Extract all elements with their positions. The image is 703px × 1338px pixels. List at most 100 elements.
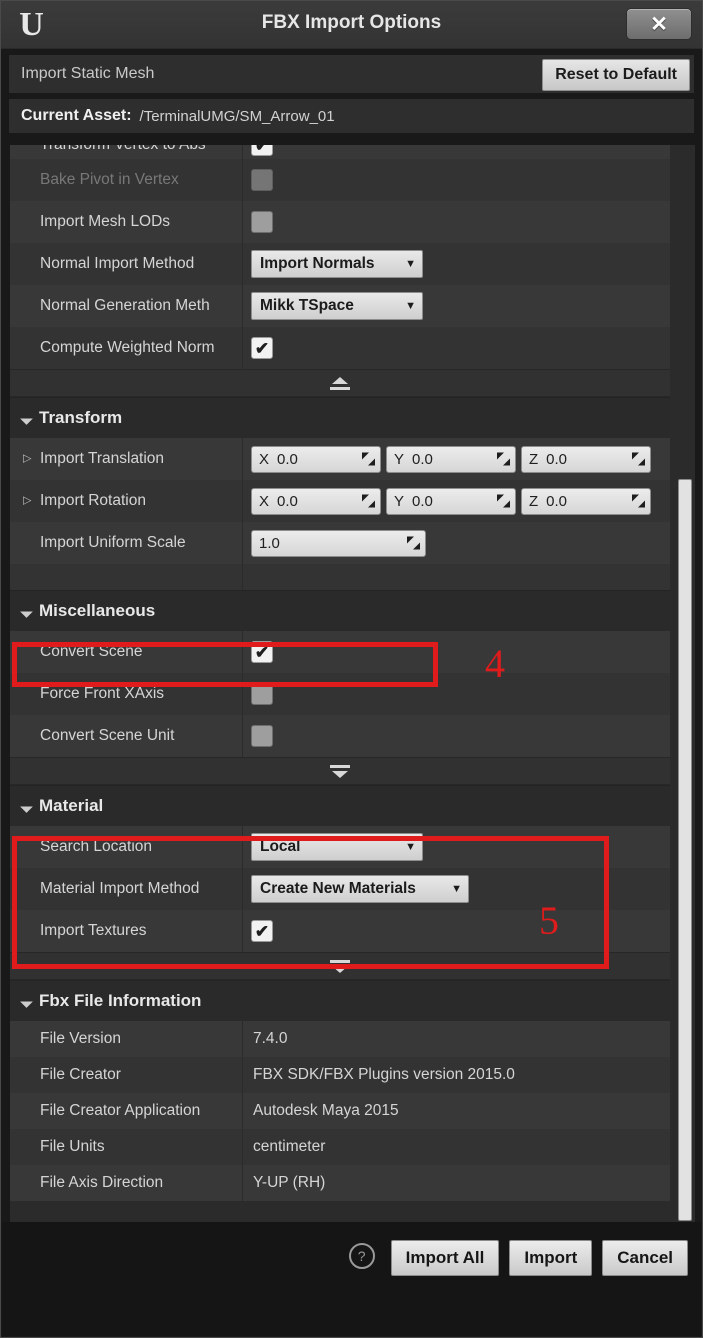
transform-vertex-to-abs-checkbox[interactable]: ✔ — [251, 145, 273, 156]
uniform-scale-field[interactable]: 1.0 — [251, 529, 426, 557]
row-convert-scene-unit[interactable]: Convert Scene Unit — [10, 715, 670, 757]
drag-handle-icon[interactable] — [497, 494, 510, 508]
axis-label: Z — [529, 492, 539, 510]
convert-scene-unit-checkbox[interactable] — [251, 725, 273, 747]
chevron-down-icon: ▼ — [405, 258, 416, 270]
current-asset-label: Current Asset: — [21, 107, 132, 124]
import-textures-checkbox[interactable]: ✔ — [251, 920, 273, 942]
row-import-textures[interactable]: Import Textures ✔ — [10, 910, 670, 952]
row-label: Compute Weighted Norm — [40, 339, 215, 356]
row-import-mesh-lods[interactable]: Import Mesh LODs — [10, 201, 670, 243]
section-collapse-splitter-top[interactable] — [10, 369, 670, 397]
reset-to-default-button[interactable]: Reset to Default — [542, 59, 690, 91]
info-row-file-units: File Units centimeter — [10, 1129, 670, 1165]
row-value: Autodesk Maya 2015 — [242, 1093, 670, 1129]
translation-z-field[interactable]: Z 0.0 — [521, 445, 651, 473]
translation-y-field[interactable]: Y 0.0 — [386, 445, 516, 473]
annotation-number-5: 5 — [539, 898, 559, 943]
row-label: Import Uniform Scale — [40, 534, 186, 551]
search-location-dropdown[interactable]: Local ▼ — [251, 833, 423, 861]
row-import-rotation[interactable]: ▷ Import Rotation X 0.0 Y 0.0 Z 0.0 — [10, 480, 670, 522]
close-icon: ✕ — [650, 12, 668, 36]
details-scrollbar-track[interactable] — [677, 145, 693, 1223]
category-header-fbx-file-information[interactable]: Fbx File Information — [10, 980, 670, 1021]
row-import-uniform-scale[interactable]: Import Uniform Scale 1.0 — [10, 522, 670, 564]
row-label: Import Mesh LODs — [40, 213, 171, 230]
row-force-front-xaxis[interactable]: Force Front XAxis — [10, 673, 670, 715]
axis-label: Y — [394, 492, 405, 510]
row-value: ✔ — [242, 145, 670, 159]
close-button[interactable]: ✕ — [626, 8, 692, 40]
expand-arrow-icon[interactable]: ▷ — [23, 453, 31, 465]
normal-import-method-dropdown[interactable]: Import Normals ▼ — [251, 250, 423, 278]
expand-arrow-icon[interactable]: ▷ — [23, 495, 31, 507]
expander-triangle-icon — [20, 799, 33, 813]
row-compute-weighted-normals[interactable]: Compute Weighted Norm ✔ — [10, 327, 670, 369]
row-bake-pivot-in-vertex[interactable]: Bake Pivot in Vertex — [10, 159, 670, 201]
help-icon[interactable]: ? — [348, 1243, 375, 1269]
axis-label: Y — [394, 450, 405, 468]
expander-triangle-icon — [20, 604, 33, 618]
compute-weighted-normals-checkbox[interactable]: ✔ — [251, 337, 273, 359]
force-front-xaxis-checkbox[interactable] — [251, 683, 273, 705]
category-header-miscellaneous[interactable]: Miscellaneous — [10, 590, 670, 631]
category-title: Miscellaneous — [39, 601, 156, 620]
row-normal-generation-method[interactable]: Normal Generation Meth Mikk TSpace ▼ — [10, 285, 670, 327]
row-search-location[interactable]: Search Location Local ▼ — [10, 826, 670, 868]
dialog-footer: ? Import All Import Cancel — [2, 1222, 701, 1336]
normal-generation-method-dropdown[interactable]: Mikk TSpace ▼ — [251, 292, 423, 320]
category-header-transform[interactable]: Transform — [10, 397, 670, 438]
row-convert-scene[interactable]: Convert Scene ✔ — [10, 631, 670, 673]
row-value: 7.4.0 — [242, 1021, 670, 1057]
row-transform-vertex-to-abs[interactable]: Transform Vertex to Abs ✔ — [10, 145, 670, 159]
drag-handle-icon[interactable] — [497, 452, 510, 466]
convert-scene-checkbox[interactable]: ✔ — [251, 641, 273, 663]
details-scrollbar-thumb[interactable] — [678, 479, 692, 1221]
row-label: File Creator Application — [40, 1102, 201, 1119]
row-label: File Axis Direction — [40, 1174, 164, 1191]
category-header-material[interactable]: Material — [10, 785, 670, 826]
import-mesh-lods-checkbox[interactable] — [251, 211, 273, 233]
bake-pivot-in-vertex-checkbox[interactable] — [251, 169, 273, 191]
material-import-method-dropdown[interactable]: Create New Materials ▼ — [251, 875, 469, 903]
dropdown-value: Import Normals — [260, 255, 375, 272]
row-label: Normal Generation Meth — [40, 297, 210, 314]
axis-label: X — [259, 450, 270, 468]
row-import-translation[interactable]: ▷ Import Translation X 0.0 Y 0.0 Z 0.0 — [10, 438, 670, 480]
rotation-y-field[interactable]: Y 0.0 — [386, 487, 516, 515]
drag-handle-icon[interactable] — [362, 452, 375, 466]
details-content: Transform Vertex to Abs ✔ Bake Pivot in … — [10, 145, 670, 1201]
field-value: 0.0 — [546, 492, 568, 510]
import-button[interactable]: Import — [509, 1240, 593, 1276]
chevron-down-icon: ▼ — [405, 300, 416, 312]
row-label: Search Location — [40, 838, 153, 855]
rotation-z-field[interactable]: Z 0.0 — [521, 487, 651, 515]
drag-handle-icon[interactable] — [362, 494, 375, 508]
row-normal-import-method[interactable]: Normal Import Method Import Normals ▼ — [10, 243, 670, 285]
collapse-down-icon — [329, 959, 351, 973]
row-material-import-method[interactable]: Material Import Method Create New Materi… — [10, 868, 670, 910]
drag-handle-icon[interactable] — [407, 536, 420, 550]
row-value: ✔ — [242, 327, 670, 369]
field-value: 0.0 — [546, 450, 568, 468]
dropdown-value: Mikk TSpace — [260, 297, 354, 314]
category-title: Transform — [39, 408, 123, 427]
drag-handle-icon[interactable] — [632, 452, 645, 466]
row-value: X 0.0 Y 0.0 Z 0.0 — [242, 438, 670, 480]
rotation-x-field[interactable]: X 0.0 — [251, 487, 381, 515]
section-splitter-misc[interactable] — [10, 757, 670, 785]
field-value: 0.0 — [412, 492, 433, 510]
details-panel: Transform Vertex to Abs ✔ Bake Pivot in … — [10, 145, 695, 1223]
row-label: Normal Import Method — [40, 255, 195, 272]
collapse-down-icon — [329, 764, 351, 778]
field-value: 1.0 — [259, 534, 280, 552]
import-all-button[interactable]: Import All — [390, 1240, 500, 1276]
drag-handle-icon[interactable] — [632, 494, 645, 508]
window-title: FBX Import Options — [261, 12, 442, 33]
section-splitter-material[interactable] — [10, 952, 670, 980]
translation-x-field[interactable]: X 0.0 — [251, 445, 381, 473]
cancel-button[interactable]: Cancel — [602, 1240, 688, 1276]
import-type-row: Import Static Mesh Reset to Default — [9, 55, 694, 93]
axis-label: Z — [529, 450, 539, 468]
current-asset-row: Current Asset: /TerminalUMG/SM_Arrow_01 — [9, 99, 694, 133]
